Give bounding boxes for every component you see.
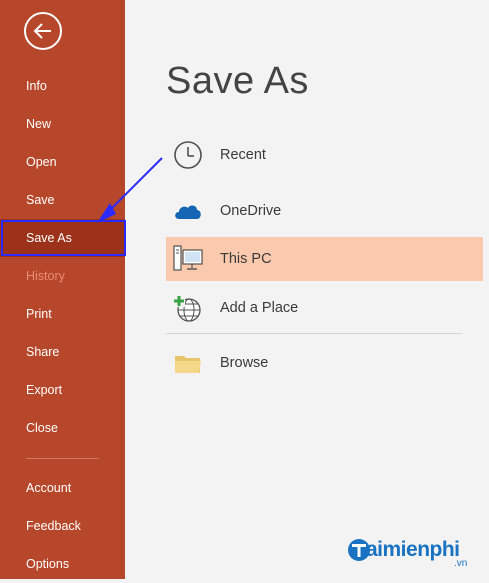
back-arrow-icon [33, 23, 51, 39]
location-onedrive[interactable]: OneDrive [166, 189, 462, 233]
annotation-highlight-box [1, 220, 126, 256]
clock-icon [174, 141, 202, 169]
nav-history: History [26, 269, 65, 283]
nav-info[interactable]: Info [0, 67, 125, 105]
page-title: Save As [166, 60, 309, 102]
nav-share[interactable]: Share [0, 333, 125, 371]
nav-feedback[interactable]: Feedback [0, 507, 125, 545]
nav-export[interactable]: Export [0, 371, 125, 409]
nav-close[interactable]: Close [0, 409, 125, 447]
location-add-a-place[interactable]: Add a Place [166, 286, 462, 330]
folder-icon [175, 356, 201, 373]
cloud-icon [175, 205, 201, 219]
location-this-pc[interactable]: This PC [166, 237, 483, 281]
nav-open[interactable]: Open [0, 143, 125, 181]
location-browse[interactable]: Browse [166, 341, 462, 385]
location-separator [166, 333, 462, 334]
location-label: Browse [220, 355, 269, 371]
location-recent[interactable]: Recent [166, 133, 462, 177]
location-label: Recent [220, 147, 266, 163]
nav-save[interactable]: Save [0, 181, 125, 219]
backstage-sidebar: Info New Open Save Save As History Print… [0, 0, 125, 579]
back-button[interactable] [24, 12, 62, 50]
nav-print[interactable]: Print [0, 295, 125, 333]
computer-icon [173, 245, 203, 271]
location-label: Add a Place [220, 300, 299, 316]
nav-options[interactable]: Options [0, 545, 125, 583]
nav-separator [26, 458, 99, 459]
watermark-text: aimienphi [366, 538, 460, 561]
nav-new[interactable]: New [0, 105, 125, 143]
globe-add-icon [173, 295, 201, 322]
watermark-logo: aimienphi .vn [346, 532, 486, 576]
nav-account[interactable]: Account [0, 469, 125, 507]
watermark-suffix: .vn [454, 558, 468, 569]
location-label: OneDrive [220, 203, 282, 219]
location-label: This PC [220, 251, 272, 267]
